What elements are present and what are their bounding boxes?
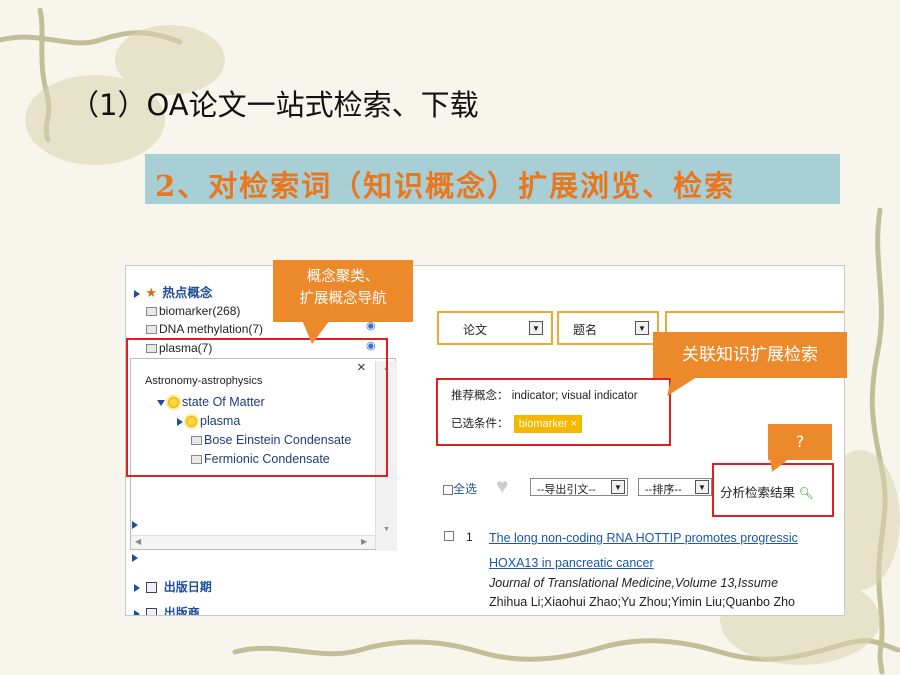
section-banner-text: 2、对检索词（知识概念）扩展浏览、检索: [155, 169, 736, 203]
field-select-value[interactable]: 题名: [573, 321, 597, 338]
calendar-icon: [146, 582, 158, 594]
export-select-value: --导出引文--: [537, 484, 596, 496]
expand-triangle-icon[interactable]: [132, 554, 138, 562]
heart-icon[interactable]: ♥: [496, 475, 508, 499]
publisher-label: 出版商: [163, 606, 200, 616]
concept-item-biomarker[interactable]: biomarker(268): [146, 304, 240, 318]
sort-select-value: --排序--: [645, 484, 682, 496]
pub-date-facet[interactable]: 出版日期: [134, 578, 212, 595]
chevron-down-icon[interactable]: ▼: [635, 321, 649, 335]
concept-item-dna-methylation[interactable]: DNA methylation(7): [146, 322, 263, 336]
concept-highlight-box: [126, 338, 388, 477]
expand-triangle-icon: [134, 609, 140, 615]
expand-triangle-icon: [134, 289, 140, 298]
export-citation-select[interactable]: --导出引文-- ▼: [530, 478, 628, 496]
result-authors: Zhihua Li;Xiaohui Zhao;Yu Zhou;Yimin Liu…: [489, 595, 795, 609]
chevron-down-icon[interactable]: ▼: [529, 321, 543, 335]
select-all[interactable]: 全选: [443, 480, 477, 497]
hot-concepts-header[interactable]: ★ 热点概念: [134, 282, 212, 301]
hot-concepts-label: 热点概念: [162, 286, 213, 300]
chevron-down-icon: ▼: [695, 480, 709, 494]
callout-concept-cluster: 概念聚类、 扩展概念导航: [273, 260, 413, 322]
concept-item-label: DNA methylation(7): [159, 322, 264, 336]
field-select-wrapper: 题名 ▼: [557, 311, 659, 345]
type-select-wrapper: 论文 ▼: [437, 311, 553, 345]
concept-item-label: biomarker(268): [159, 304, 241, 318]
result-title-line-1[interactable]: The long non-coding RNA HOTTIP promotes …: [489, 531, 798, 545]
pub-date-label: 出版日期: [163, 580, 212, 594]
result-journal: Journal of Translational Medicine,Volume…: [489, 576, 779, 590]
chevron-down-icon: ▼: [611, 480, 625, 494]
publisher-facet[interactable]: 出版商: [134, 604, 200, 616]
callout-question: ?: [768, 424, 832, 460]
type-select-value[interactable]: 论文: [463, 321, 487, 338]
result-index: 1: [466, 530, 473, 544]
result-title-line-2[interactable]: HOXA13 in pancreatic cancer: [489, 556, 654, 570]
expand-triangle-icon[interactable]: [132, 521, 138, 529]
result-checkbox[interactable]: [444, 531, 454, 541]
star-icon: ★: [145, 285, 157, 300]
document-icon: [146, 307, 157, 317]
publisher-icon: [146, 608, 158, 615]
callout-pointer: [302, 320, 330, 344]
search-ui-screenshot: ★ 热点概念 biomarker(268) DNA methylation(7)…: [125, 265, 845, 616]
select-all-label: 全选: [453, 482, 478, 496]
sort-select[interactable]: --排序-- ▼: [638, 478, 712, 496]
callout-pointer: [770, 458, 790, 472]
related-concepts-highlight-box: [436, 378, 671, 446]
slide-heading: （1）OA论文一站式检索、下载: [70, 88, 479, 122]
expand-triangle-icon: [134, 583, 140, 592]
popup-horizontal-scrollbar[interactable]: ◀ ▶: [131, 535, 375, 549]
callout-pointer: [667, 372, 705, 396]
checkbox[interactable]: [443, 484, 453, 495]
document-icon: [146, 325, 157, 335]
